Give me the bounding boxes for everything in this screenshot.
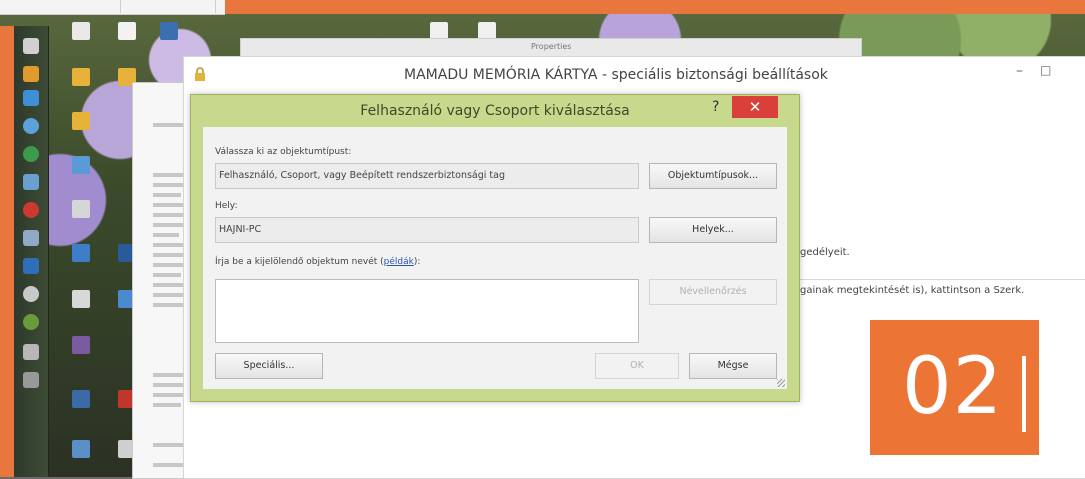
folder-icon[interactable] <box>23 90 39 106</box>
desktop-file-icon[interactable] <box>72 200 90 218</box>
desktop-app-icon[interactable] <box>72 336 90 354</box>
object-names-label: Írja be a kijelölendő objektum nevét (pé… <box>215 257 420 267</box>
strip-cell <box>60 0 121 13</box>
object-types-button[interactable]: Objektumtípusok... <box>649 163 777 189</box>
explorer-row[interactable] <box>153 253 183 257</box>
desktop-folder-icon[interactable] <box>72 68 90 86</box>
strip-cell <box>120 0 216 13</box>
object-type-label: Válassza ki az objektumtípust: <box>215 147 352 157</box>
properties-window-title: Properties <box>531 42 572 51</box>
explorer-row[interactable] <box>153 293 183 297</box>
explorer-row[interactable] <box>153 243 187 247</box>
dialog-title: Felhasználó vagy Csoport kiválasztása <box>360 103 630 119</box>
mail-icon[interactable] <box>23 174 39 190</box>
main-window-titlebar: MAMADU MEMÓRIA KÁRTYA - speciális bizton… <box>184 57 1085 93</box>
taskbar <box>14 26 49 477</box>
locations-button[interactable]: Helyek... <box>649 217 777 243</box>
examples-link[interactable]: példák <box>384 257 414 267</box>
explorer-row[interactable] <box>153 463 187 467</box>
skype-icon[interactable] <box>23 146 39 162</box>
step-badge-bar <box>1022 356 1026 432</box>
step-number: 02 <box>902 342 1004 432</box>
object-names-label-suffix: ): <box>413 257 421 267</box>
explorer-row[interactable] <box>153 283 187 287</box>
explorer-row[interactable] <box>153 193 181 197</box>
object-type-field: Felhasználó, Csoport, vagy Beépített ren… <box>215 163 639 189</box>
explorer-row[interactable] <box>153 173 183 177</box>
start-icon[interactable] <box>23 38 39 54</box>
location-label: Hely: <box>215 201 238 211</box>
desktop-file-icon[interactable] <box>118 22 136 40</box>
desktop-file-icon[interactable] <box>72 290 90 308</box>
check-names-button[interactable]: Névellenőrzés <box>649 279 777 305</box>
desktop-folder-icon[interactable] <box>72 112 90 130</box>
permissions-text: gedélyeit. <box>800 247 850 258</box>
volume-icon[interactable] <box>23 372 39 388</box>
orange-frame-top <box>225 0 1085 14</box>
explorer-row[interactable] <box>153 303 185 307</box>
document-icon[interactable] <box>23 230 39 246</box>
media-icon[interactable] <box>23 202 39 218</box>
explorer-row[interactable] <box>153 183 187 187</box>
explorer-row[interactable] <box>153 273 181 277</box>
ok-button[interactable]: OK <box>595 353 679 379</box>
location-field: HAJNI-PC <box>215 217 639 243</box>
explorer-row[interactable] <box>153 233 179 237</box>
select-user-group-dialog: Felhasználó vagy Csoport kiválasztása ? … <box>190 94 800 402</box>
browser-icon[interactable] <box>23 66 39 82</box>
help-button[interactable]: ? <box>712 99 719 115</box>
close-button[interactable]: ✕ <box>732 96 778 118</box>
dialog-content: Válassza ki az objektumtípust: Felhaszná… <box>203 127 787 389</box>
explorer-row[interactable] <box>153 213 183 217</box>
desktop-app-icon[interactable] <box>72 390 90 408</box>
minimize-button[interactable]: – <box>1016 63 1023 79</box>
step-badge: 02 <box>870 320 1039 455</box>
explorer-row[interactable] <box>153 383 183 387</box>
desktop-app-icon[interactable] <box>72 440 90 458</box>
desktop-app-icon[interactable] <box>72 244 90 262</box>
top-strip <box>0 0 225 15</box>
explorer-row[interactable] <box>153 223 185 227</box>
object-names-label-prefix: Írja be a kijelölendő objektum nevét ( <box>215 257 384 267</box>
desktop-file-icon[interactable] <box>160 22 178 40</box>
network-icon[interactable] <box>23 344 39 360</box>
divider <box>784 279 1085 280</box>
explorer-row[interactable] <box>153 403 181 407</box>
object-names-input[interactable] <box>215 279 639 343</box>
advanced-button[interactable]: Speciális... <box>215 353 323 379</box>
orange-frame-left <box>0 26 14 477</box>
app-icon[interactable] <box>23 314 39 330</box>
store-icon[interactable] <box>23 258 39 274</box>
lock-icon <box>195 67 205 81</box>
chrome-icon[interactable] <box>23 118 39 134</box>
explorer-row[interactable] <box>153 393 185 397</box>
desktop-app-icon[interactable] <box>72 156 90 174</box>
main-window-title: MAMADU MEMÓRIA KÁRTYA - speciális bizton… <box>404 67 828 83</box>
maximize-button[interactable]: □ <box>1040 63 1051 77</box>
desktop-file-icon[interactable] <box>72 22 90 40</box>
permissions-hint-text: gainak megtekintését is), kattintson a S… <box>800 285 1025 296</box>
explorer-row[interactable] <box>153 443 183 447</box>
settings-icon[interactable] <box>23 286 39 302</box>
resize-grip[interactable] <box>777 379 785 387</box>
cancel-button[interactable]: Mégse <box>689 353 777 379</box>
